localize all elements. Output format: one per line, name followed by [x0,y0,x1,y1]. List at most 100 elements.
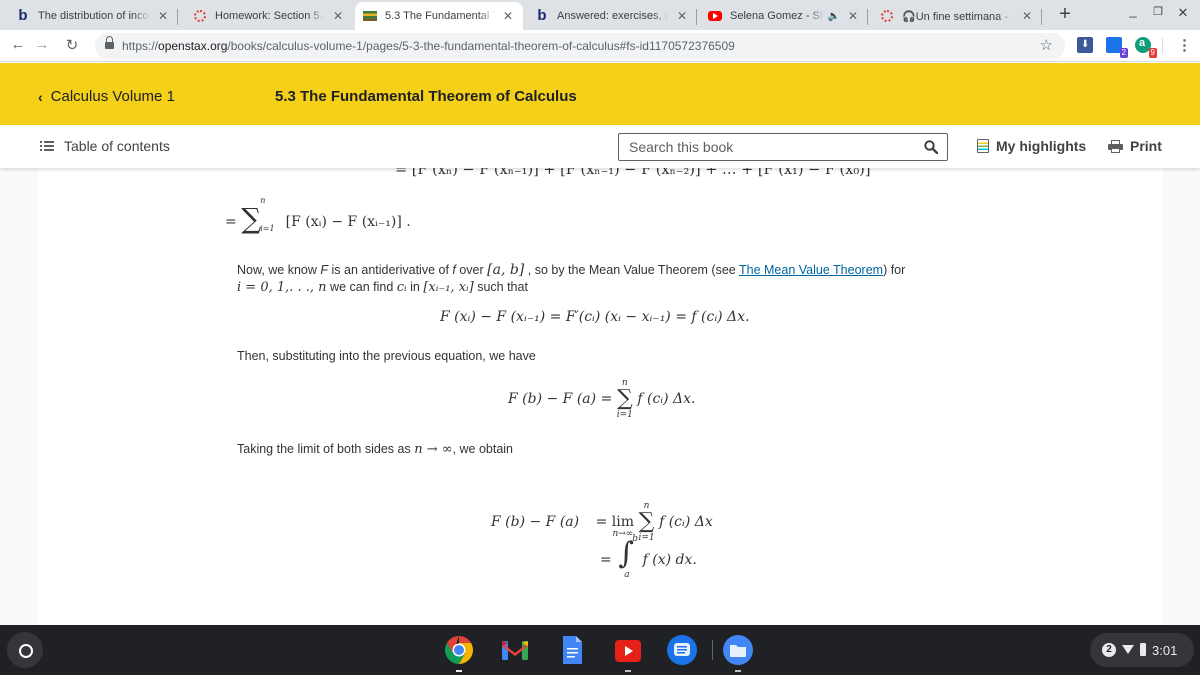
notification-count-badge[interactable]: 2 [1102,643,1116,657]
math-subinterval: [xᵢ₋₁, xᵢ] [423,280,474,295]
battery-icon [1140,643,1146,656]
forward-arrow-icon[interactable]: → [32,36,52,53]
integral-symbol: ∫ b a [616,534,638,580]
tab-title: Answered: exercises, use [557,10,669,22]
tab-close-icon[interactable]: ✕ [675,9,689,23]
files-icon[interactable] [722,634,754,672]
tab-selena-gomez[interactable]: Selena Gomez - Slow Down 🔈 ✕ [700,2,868,30]
browser-toolbar: ← → ↻ https://openstax.org/books/calculu… [0,30,1200,62]
tab-separator [1041,9,1042,25]
equation-limit-line1: F (b) − F (a) = lim n→∞ n ∑ i=1 f (cᵢ) Δ… [491,501,713,543]
my-highlights-button[interactable]: My highlights [977,138,1086,154]
tab-title: Homework: Section 5.4 [215,10,325,22]
green-a-extension-icon[interactable]: a 9 [1135,37,1157,58]
status-tray[interactable]: 2 3:01 [1090,633,1194,667]
chromeos-shelf: 2 3:01 [0,625,1200,675]
address-bar[interactable]: https://openstax.org/books/calculus-volu… [95,33,1065,59]
sum-lower-limit: i=1 [616,410,633,420]
paragraph-mvt: Now, we know F is an antiderivative of f… [237,262,937,296]
running-indicator [735,670,741,672]
back-arrow-icon[interactable]: ← [8,36,28,53]
math-F: F [320,263,329,277]
sigma-glyph: ∑ [638,509,655,534]
book-title: Calculus Volume 1 [50,88,175,105]
list-icon [40,140,54,152]
tab-close-icon[interactable]: ✕ [501,9,515,23]
sigma-glyph: ∑ [241,202,262,235]
equals-sign: = [600,552,612,568]
print-label: Print [1130,138,1162,154]
text: over [455,263,488,277]
text: we can find [326,280,397,294]
launcher-button[interactable] [7,632,43,668]
minimize-button[interactable]: _ [1123,3,1143,18]
tab-homework-section[interactable]: Homework: Section 5.4 ✕ [185,2,353,30]
equation-riemann-sum: F (b) − F (a) = n ∑ i=1 f (cᵢ) Δx. [508,378,695,420]
text: is an antiderivative of [328,263,453,277]
tab-separator [867,9,868,25]
openstax-header: ‹ Calculus Volume 1 5.3 The Fundamental … [0,63,1200,125]
url-host: openstax.org [158,39,228,53]
messages-icon[interactable] [666,634,698,666]
clock-time: 3:01 [1152,643,1178,658]
toc-label: Table of contents [64,138,170,154]
highlights-icon [977,139,989,153]
integral-upper-limit: b [632,534,638,544]
book-back-link[interactable]: ‹ Calculus Volume 1 [38,88,175,105]
chrome-logo [445,636,473,664]
equation-rhs: f (cᵢ) Δx. [637,391,696,407]
math-interval: [a, b] [487,262,525,278]
table-of-contents-button[interactable]: Table of contents [40,138,170,154]
tab-close-icon[interactable]: ✕ [331,9,345,23]
sum-body: [F (xᵢ) − F (xᵢ₋₁)] . [285,214,411,230]
restore-button[interactable]: ❐ [1148,5,1168,18]
sigma-glyph: ∑ [616,386,633,411]
url-text[interactable]: https://openstax.org/books/calculus-volu… [122,39,735,53]
browser-menu-icon[interactable]: ⋮ [1177,36,1192,54]
paragraph-limit: Taking the limit of both sides as n → ∞,… [237,441,513,458]
tab-title: 5.3 The Fundamental Theorem [385,10,495,22]
blue-extension-icon[interactable]: 2 [1106,37,1128,58]
messages-logo [667,635,697,665]
audio-playing-icon[interactable]: 🔈 [828,11,840,22]
search-input[interactable] [629,139,909,155]
search-icon[interactable] [924,140,938,154]
page-title: 5.3 The Fundamental Theorem of Calculus [275,88,577,105]
tab-fundamental-theorem[interactable]: 5.3 The Fundamental Theorem ✕ [355,2,523,30]
tab-close-icon[interactable]: ✕ [846,9,860,23]
tab-close-icon[interactable]: ✕ [1020,9,1034,23]
equals-sign: = [225,214,242,230]
tab-un-fine-settimana[interactable]: 🎧Un fine settimana - 17 ✕ [872,2,1042,30]
tab-distribution-of-income[interactable]: b The distribution of income ✕ [8,2,178,30]
math-limit: n → ∞ [414,442,453,457]
download-extension-icon[interactable]: ⬇ [1077,37,1093,53]
bookmark-star-icon[interactable]: ☆ [1040,36,1053,54]
bartleby-b-icon: b [18,7,28,24]
mean-value-theorem-link[interactable]: The Mean Value Theorem [739,263,883,277]
tab-answered-exercises[interactable]: b Answered: exercises, use ✕ [527,2,697,30]
window-close-button[interactable]: ✕ [1173,5,1193,21]
text: Taking the limit of both sides as [237,442,415,456]
lim-text: lim [611,514,634,530]
search-box[interactable] [618,133,948,161]
equation-mvt: F (xᵢ) − F (xᵢ₋₁) = F′(cᵢ) (xᵢ − xᵢ₋₁) =… [440,309,750,325]
gmail-icon[interactable] [499,634,531,666]
reload-icon[interactable]: ↻ [62,36,82,54]
text: such that [473,280,528,294]
url-path: /books/calculus-volume-1/pages/5-3-the-f… [227,39,735,53]
tab-separator [696,9,697,25]
new-tab-button[interactable]: + [1053,3,1077,27]
text: , we obtain [452,442,514,456]
youtube-icon[interactable] [612,634,644,672]
book-page: = [F (xₙ) − F (xₙ₋₁)] + [F (xₙ₋₁) − F (x… [38,168,1163,625]
equation-telescoping-line2: = ∑ n i=1 [F (xᵢ) − F (xᵢ₋₁)] . [225,196,411,235]
math-ci: cᵢ [396,280,407,295]
lock-icon [105,36,114,50]
tab-close-icon[interactable]: ✕ [156,9,170,23]
docs-icon[interactable] [556,634,588,666]
chrome-icon[interactable] [443,634,475,672]
print-button[interactable]: Print [1108,138,1162,154]
running-indicator [625,670,631,672]
bartleby-b-icon: b [537,7,547,24]
sum-upper-limit: n [260,196,266,205]
